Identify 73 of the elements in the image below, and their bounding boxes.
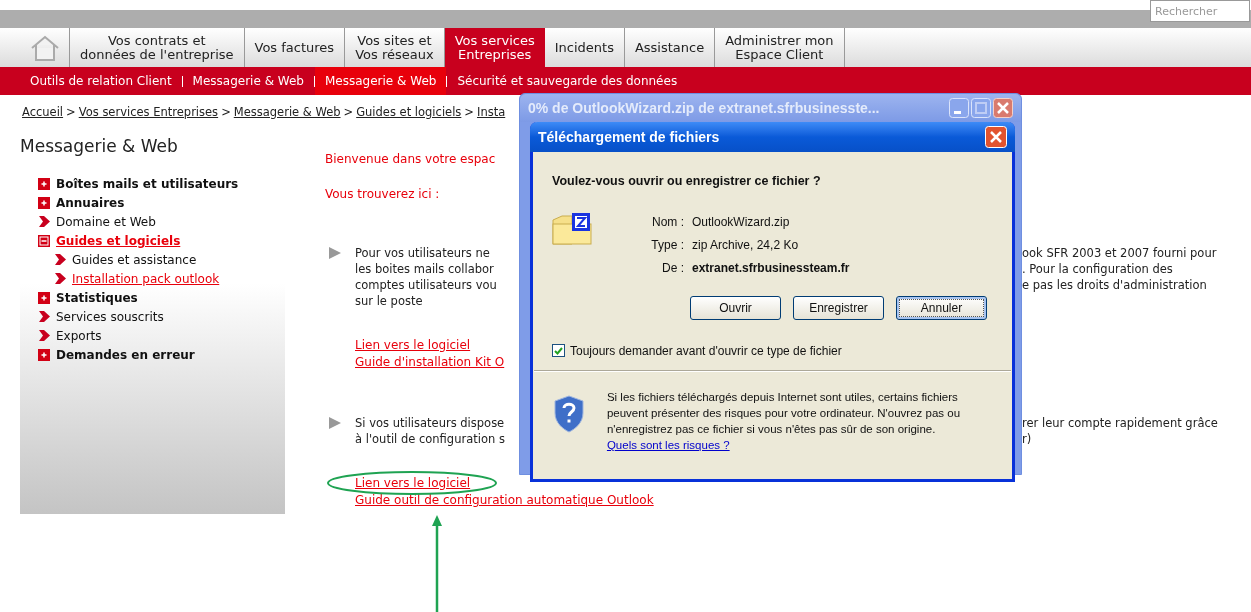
chevron-icon	[38, 216, 50, 227]
sidebar-item[interactable]: Domaine et Web	[56, 212, 156, 231]
chevron-icon	[38, 330, 50, 341]
window-title: 0% de OutlookWizard.zip de extranet.sfrbusinesste...	[528, 98, 880, 118]
shield-question-icon	[553, 395, 585, 433]
search-field[interactable]: Rechercher	[1150, 0, 1250, 22]
breadcrumb-separator: >	[464, 104, 474, 121]
chevron-icon	[38, 311, 50, 322]
close-icon[interactable]	[993, 98, 1013, 118]
field-label: Nom :	[651, 213, 685, 231]
sidebar-item[interactable]: Guides et logiciels	[56, 231, 181, 250]
security-warning: Si les fichiers téléchargés depuis Internet sont utiles, certains fichiers peuvent présenter des risques pour votre ordinateur. N'ouvrez pas ou n'enregistrez pas ce fichier si vous n'êtes pas sûr de son origine. Quels sont les risques ?	[606, 390, 962, 453]
download-link[interactable]: Guide outil de configuration automatique Outlook	[355, 493, 654, 507]
description-text: comptes utilisateurs vou	[355, 278, 497, 292]
dialog-button[interactable]: Enregistrer	[793, 296, 884, 320]
download-link[interactable]: Guide d'installation Kit O	[355, 355, 505, 369]
download-link[interactable]: Lien vers le logiciel	[355, 338, 471, 352]
zip-folder-icon	[552, 212, 592, 246]
dialog-title: Téléchargement de fichiers	[538, 127, 720, 147]
description-text: Si vos utilisateurs dispose	[355, 416, 505, 430]
description-text: à l'outil de configuration s	[355, 432, 505, 446]
description-text: Pour vos utilisateurs ne	[355, 246, 490, 260]
expand-icon[interactable]	[38, 348, 50, 361]
sidebar-item[interactable]: Guides et assistance	[72, 250, 197, 269]
sidebar-item[interactable]: Demandes en erreur	[56, 345, 195, 364]
description-text: les boites mails collabor	[355, 262, 494, 276]
nav-tab[interactable]: Vos services Entreprises	[444, 28, 545, 67]
description-text: . Pour la configuration des	[1022, 262, 1173, 276]
dialog-button[interactable]: Annuler	[896, 296, 987, 320]
dialog-button[interactable]: Ouvrir	[690, 296, 781, 320]
expand-icon[interactable]	[38, 196, 50, 209]
expand-icon[interactable]	[38, 177, 50, 190]
description-text: rer leur compte rapidement grâce	[1022, 416, 1218, 430]
breadcrumb-link[interactable]: Vos services Entreprises	[78, 104, 219, 130]
sidebar-item[interactable]: Annuaires	[56, 193, 125, 212]
description-text: e pas les droits d'administration	[1022, 278, 1207, 292]
collapse-icon[interactable]	[38, 234, 50, 247]
chevron-icon	[54, 273, 66, 284]
description-text: r)	[1022, 432, 1032, 446]
dialog-question: Voulez-vous ouvrir ou enregistrer ce fichier ?	[552, 173, 822, 190]
help-link[interactable]: Quels sont les risques ?	[606, 439, 730, 451]
sidebar-item[interactable]: Statistiques	[56, 288, 138, 307]
subnav-link[interactable]: Outils de relation Client	[20, 67, 182, 95]
checkbox-label[interactable]: Toujours demander avant d'ouvrir ce type de fichier	[570, 341, 842, 360]
subnav-link[interactable]: Messagerie & Web	[315, 67, 447, 95]
breadcrumb-link[interactable]: Messagerie & Web	[233, 104, 341, 130]
bullet-icon	[329, 417, 341, 429]
subnav-link[interactable]: Sécurité et sauvegarde des données	[447, 67, 688, 95]
expand-icon[interactable]	[38, 291, 50, 304]
sidebar-item[interactable]: Exports	[56, 326, 102, 345]
breadcrumb-separator: >	[343, 104, 354, 121]
welcome-text: Bienvenue dans votre espac	[325, 151, 496, 168]
sidebar-item[interactable]: Installation pack outlook	[72, 269, 220, 288]
breadcrumb-link[interactable]: Guides et logiciels	[356, 104, 462, 130]
breadcrumb-link[interactable]: Insta	[477, 104, 506, 130]
sidebar-item[interactable]: Services souscrits	[56, 307, 164, 326]
description-text: sur le poste	[355, 294, 423, 308]
breadcrumb-link[interactable]: Accueil	[22, 104, 64, 130]
field-value: OutlookWizard.zip	[692, 213, 790, 231]
breadcrumb-separator: >	[221, 104, 231, 121]
intro-text: Vous trouverez ici :	[325, 186, 440, 203]
description-text: ook SFR 2003 et 2007 fourni pour	[1022, 246, 1217, 260]
subnav-link[interactable]: Messagerie & Web	[182, 67, 314, 95]
checkbox[interactable]	[552, 344, 565, 357]
breadcrumb-separator: >	[66, 104, 76, 121]
field-label: De :	[661, 259, 685, 277]
field-value: extranet.sfrbusinessteam.fr	[692, 259, 850, 277]
chevron-icon	[54, 254, 66, 265]
field-value: zip Archive, 24,2 Ko	[692, 236, 799, 254]
field-label: Type :	[650, 236, 685, 254]
sidebar-item[interactable]: Boîtes mails et utilisateurs	[56, 174, 239, 193]
bullet-icon	[329, 247, 341, 259]
sidebar-title: Messagerie & Web	[20, 135, 179, 158]
